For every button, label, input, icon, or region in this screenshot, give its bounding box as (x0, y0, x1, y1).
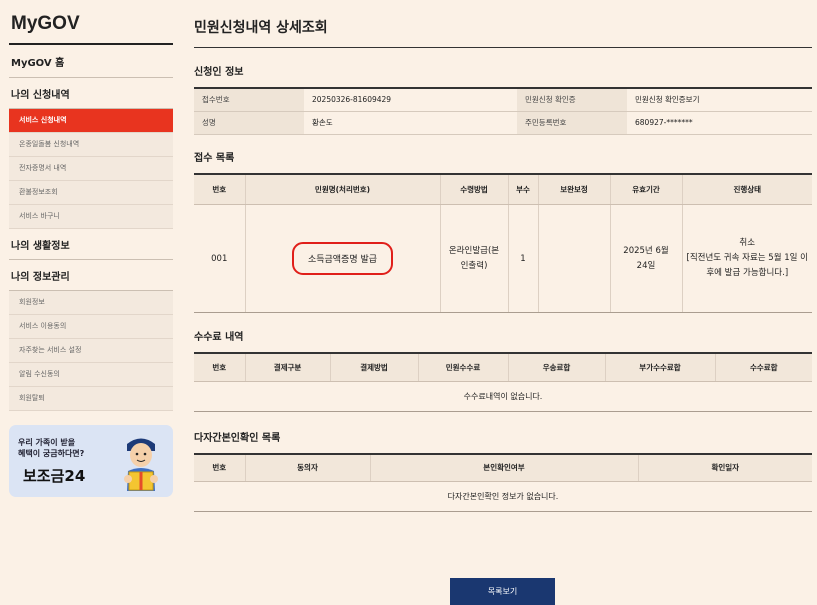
sidebar-item-service-consent[interactable]: 서비스 이용동의 (9, 315, 173, 339)
receipt-copies: 1 (508, 204, 539, 313)
receipt-number-label: 접수번호 (194, 88, 304, 112)
sidebar-submenu-account: 회원정보 서비스 이용동의 자주찾는 서비스 설정 알림 수신동의 회원탈퇴 (9, 291, 173, 411)
column-header: 민원수수료 (418, 353, 509, 382)
column-header: 보완보정 (538, 173, 611, 205)
receipt-list-title: 접수 목록 (194, 152, 235, 164)
main-content: 민원신청내역 상세조회 신청인 정보 접수번호 20250326-8160942… (194, 0, 812, 605)
sidebar-item-favorite-services[interactable]: 자주찾는 서비스 설정 (9, 339, 173, 363)
column-header: 결제구분 (245, 353, 331, 382)
table-row: 다자간본인확인 정보가 없습니다. (194, 481, 812, 512)
receipt-method: 온라인발급(본인출력) (440, 204, 509, 313)
sidebar-item-refund-info[interactable]: 환불정보조회 (9, 181, 173, 205)
sidebar-item-member-info[interactable]: 회원정보 (9, 291, 173, 315)
list-button[interactable]: 목록보기 (450, 578, 555, 605)
receipt-number-value: 20250326-81609429 (304, 88, 517, 112)
table-header-row: 번호 동의자 본인확인여부 확인일자 (194, 453, 812, 482)
column-header: 확인일자 (638, 453, 812, 482)
resident-number-label: 주민등록번호 (517, 111, 627, 135)
identity-list-title: 다자간본인확인 목록 (194, 432, 281, 444)
column-header: 유효기간 (610, 173, 683, 205)
fee-list-title: 수수료 내역 (194, 332, 244, 343)
column-header: 수수료합 (715, 353, 812, 382)
sidebar-item-service-basket[interactable]: 서비스 바구니 (9, 205, 173, 229)
column-header: 결제방법 (330, 353, 419, 382)
sidebar-submenu-applications: 서비스 신청내역 온종일돌봄 신청내역 전자증명서 내역 환불정보조회 서비스 … (9, 109, 173, 229)
mascot-holding-gift-icon (124, 438, 158, 491)
column-header: 부가수수료합 (605, 353, 716, 382)
applicant-info-table: 접수번호 20250326-81609429 민원신청 확인증 민원신청 확인증… (194, 87, 812, 135)
column-header: 우송료합 (508, 353, 606, 382)
sidebar-brand[interactable]: MyGOV (9, 0, 173, 45)
confirmation-link[interactable]: 민원신청 확인증보기 (627, 88, 812, 112)
column-header: 부수 (508, 173, 539, 205)
page-title: 민원신청내역 상세조회 (194, 0, 812, 48)
sidebar-item-allday-care[interactable]: 온종일돌봄 신청내역 (9, 133, 173, 157)
table-row: 001 소득금액증명 발급 온라인발급(본인출력) 1 2025년 6월24일 … (194, 204, 812, 313)
table-row: 성명 황손도 주민등록번호 680927-******* (194, 111, 812, 135)
sidebar-item-e-certificates[interactable]: 전자증명서 내역 (9, 157, 173, 181)
promo-line-2: 혜택이 궁금하다면? (18, 449, 85, 458)
column-header: 동의자 (245, 453, 371, 482)
sidebar-item-notification-consent[interactable]: 알림 수신동의 (9, 363, 173, 387)
sidebar-item-withdraw[interactable]: 회원탈퇴 (9, 387, 173, 411)
sidebar-section-account[interactable]: 나의 정보관리 (9, 260, 173, 291)
receipt-name-link[interactable]: 소득금액증명 발급 (291, 242, 394, 275)
receipt-status: 취소 (739, 238, 756, 248)
fee-empty-message: 수수료내역이 없습니다. (194, 381, 812, 412)
column-header: 번호 (194, 453, 246, 482)
sidebar-item-service-applications[interactable]: 서비스 신청내역 (9, 109, 173, 133)
identity-list-table: 번호 동의자 본인확인여부 확인일자 다자간본인확인 정보가 없습니다. (194, 452, 812, 512)
applicant-info-title: 신청인 정보 (194, 67, 244, 78)
name-value: 황손도 (304, 111, 517, 135)
table-row: 접수번호 20250326-81609429 민원신청 확인증 민원신청 확인증… (194, 88, 812, 112)
table-header-row: 번호 민원명(처리번호) 수령방법 부수 보완보정 유효기간 진행상태 (194, 173, 812, 205)
column-header: 번호 (194, 173, 246, 205)
sidebar-item-home[interactable]: MyGOV 홈 (9, 45, 173, 78)
receipt-status-note: [직전년도 귀속 자료는 5월 1일 이후에 발급 가능합니다.] (686, 253, 808, 278)
sidebar-section-life-info[interactable]: 나의 생활정보 (9, 229, 173, 260)
column-header: 본인확인여부 (370, 453, 639, 482)
subsidy24-banner[interactable]: 우리 가족이 받을 혜택이 궁금하다면? 보조금24 (9, 425, 173, 497)
receipt-supplement (538, 204, 611, 313)
name-label: 성명 (194, 111, 304, 135)
fee-list-table: 번호 결제구분 결제방법 민원수수료 우송료합 부가수수료합 수수료합 수수료내… (194, 352, 812, 412)
confirmation-label: 민원신청 확인증 (517, 88, 627, 112)
column-header: 수령방법 (440, 173, 509, 205)
receipt-validity: 2025년 6월24일 (610, 204, 683, 313)
receipt-list-table: 번호 민원명(처리번호) 수령방법 부수 보완보정 유효기간 진행상태 001 … (194, 172, 812, 313)
promo-text: 우리 가족이 받을 혜택이 궁금하다면? (18, 437, 84, 459)
resident-number-value: 680927-******* (627, 111, 812, 135)
promo-brand: 보조금24 (23, 467, 86, 485)
sidebar: MyGOV MyGOV 홈 나의 신청내역 서비스 신청내역 온종일돌봄 신청내… (9, 0, 173, 497)
column-header: 진행상태 (682, 173, 812, 205)
receipt-no: 001 (194, 204, 246, 313)
column-header: 민원명(처리번호) (245, 173, 441, 205)
table-header-row: 번호 결제구분 결제방법 민원수수료 우송료합 부가수수료합 수수료합 (194, 353, 812, 382)
table-row: 수수료내역이 없습니다. (194, 381, 812, 412)
promo-line-1: 우리 가족이 받을 (18, 438, 76, 447)
receipt-status-cell: 취소 [직전년도 귀속 자료는 5월 1일 이후에 발급 가능합니다.] (682, 204, 812, 313)
identity-empty-message: 다자간본인확인 정보가 없습니다. (194, 481, 812, 512)
column-header: 번호 (194, 353, 246, 382)
sidebar-section-applications[interactable]: 나의 신청내역 (9, 78, 173, 109)
receipt-name-cell: 소득금액증명 발급 (245, 204, 441, 313)
